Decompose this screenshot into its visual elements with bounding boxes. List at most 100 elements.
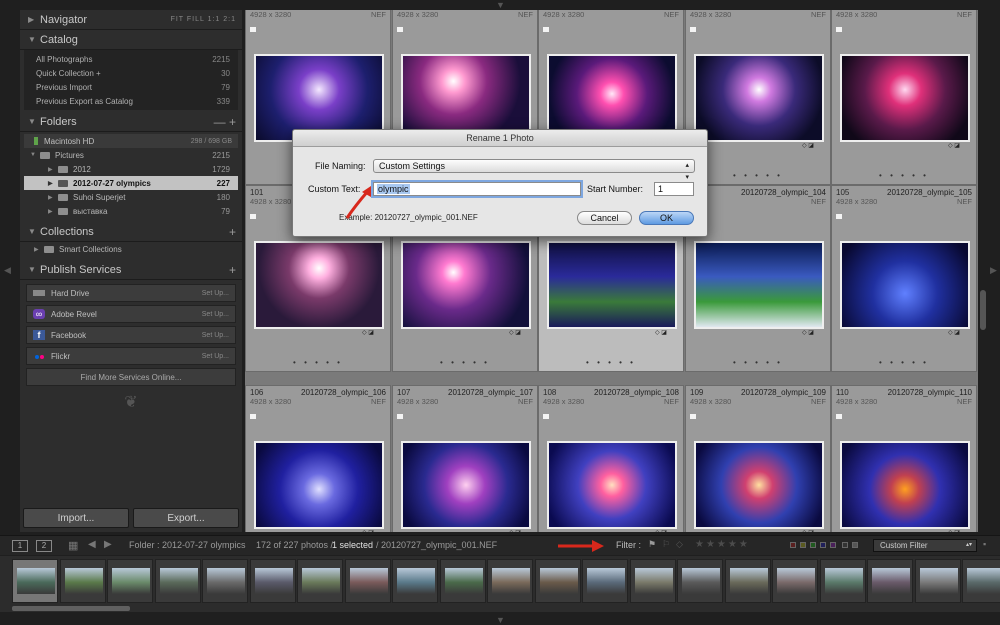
rating-dots[interactable]: • • • • • — [832, 171, 976, 180]
photo-thumbnail[interactable] — [694, 54, 824, 142]
filmstrip-thumbnail[interactable] — [867, 559, 913, 603]
photo-thumbnail[interactable] — [694, 441, 824, 529]
filter-lock-icon[interactable]: ▪ — [983, 539, 986, 549]
flag-icon[interactable] — [543, 414, 549, 419]
folder-vystavka[interactable]: ▶ выставка 79 — [24, 204, 238, 218]
folder-path[interactable]: Folder : 2012-07-27 olympics — [129, 540, 246, 550]
top-panel-toggle-icon[interactable]: ▼ — [496, 1, 505, 10]
import-button[interactable]: Import... — [23, 508, 129, 528]
catalog-item-quick[interactable]: Quick Collection + 30 — [24, 66, 238, 80]
publish-services-header[interactable]: ▼ Publish Services + — [20, 260, 242, 280]
flag-icon[interactable] — [836, 414, 842, 419]
filmstrip-thumbnail[interactable] — [202, 559, 248, 603]
rating-dots[interactable]: • • • • • — [246, 358, 390, 367]
filter-preset-select[interactable]: Custom Filter ▴▾ — [873, 539, 977, 552]
metadata-badge-icon[interactable]: ◇ ◪ — [948, 529, 966, 532]
add-service-icon[interactable]: + — [229, 263, 236, 277]
grid-cell[interactable]: 110 20120728_olympic_110 4928 x 3280 NEF ◇ ◪… — [831, 385, 977, 532]
bottom-panel-toggle-icon[interactable]: ▼ — [496, 616, 505, 625]
custom-text-field[interactable]: olympic — [371, 180, 583, 198]
service-adobe-revel[interactable]: ∞ Adobe Revel Set Up... — [26, 305, 236, 323]
grid-cell[interactable]: 109 20120728_olympic_109 4928 x 3280 NEF ◇ ◪… — [685, 385, 831, 532]
metadata-badge-icon[interactable]: ◇ ◪ — [655, 529, 673, 532]
service-setup-link[interactable]: Set Up... — [202, 290, 229, 297]
filmstrip-thumbnail[interactable] — [962, 559, 1000, 603]
metadata-badge-icon[interactable]: ◇ ◪ — [948, 329, 966, 337]
photo-thumbnail[interactable] — [254, 241, 384, 329]
metadata-badge-icon[interactable]: ◇ ◪ — [509, 529, 527, 532]
flag-icon[interactable] — [397, 27, 403, 32]
service-flickr[interactable]: Flickr Set Up... — [26, 347, 236, 365]
folder-expand-icon[interactable]: ▶ — [48, 194, 58, 201]
blue-label-filter-icon[interactable] — [820, 542, 826, 548]
folder-expand-icon[interactable]: ▼ — [30, 152, 40, 158]
filmstrip-thumbnail[interactable] — [772, 559, 818, 603]
service-facebook[interactable]: f Facebook Set Up... — [26, 326, 236, 344]
flag-filter-icon[interactable]: ⚑ — [648, 539, 656, 550]
selected-file[interactable]: / 20120727_olympic_001.NEF — [376, 540, 497, 550]
metadata-badge-icon[interactable]: ◇ ◪ — [362, 529, 380, 532]
grid-cell[interactable]: 10020120728_olympic_1004928 x 3280NEF◇ ◪… — [831, 10, 977, 185]
rating-dots[interactable]: • • • • • — [832, 358, 976, 367]
filmstrip-thumbnail[interactable] — [154, 559, 201, 603]
filmstrip-thumbnail[interactable] — [344, 559, 391, 603]
find-more-services-button[interactable]: Find More Services Online... — [26, 368, 236, 386]
service-setup-link[interactable]: Set Up... — [202, 311, 229, 318]
flag-icon[interactable] — [250, 27, 256, 32]
reject-filter-icon[interactable]: ◇ — [676, 539, 683, 550]
filmstrip-thumbnail[interactable] — [819, 559, 866, 603]
photo-thumbnail[interactable] — [547, 441, 677, 529]
folder-suhoi[interactable]: ▶ Suhoi Superjet 180 — [24, 190, 238, 204]
folder-expand-icon[interactable]: ▶ — [48, 208, 58, 215]
flag-icon[interactable] — [543, 27, 549, 32]
folder-expand-icon[interactable]: ▶ — [48, 166, 58, 173]
flag-icon[interactable] — [250, 414, 256, 419]
red-label-filter-icon[interactable] — [790, 542, 796, 548]
grid-cell[interactable]: 107 20120728_olympic_107 4928 x 3280 NEF ◇ ◪… — [392, 385, 538, 532]
service-hard-drive[interactable]: Hard Drive Set Up... — [26, 284, 236, 302]
rating-dots[interactable]: • • • • • — [686, 358, 830, 367]
folders-header[interactable]: ▼ Folders — + — [20, 112, 242, 132]
metadata-badge-icon[interactable]: ◇ ◪ — [509, 329, 527, 337]
rating-dots[interactable]: • • • • • — [393, 358, 537, 367]
collapse-triangle-icon[interactable]: ▼ — [28, 117, 40, 126]
prev-arrow-icon[interactable]: ◀ — [88, 539, 96, 550]
filmstrip-thumbnail[interactable] — [392, 559, 438, 603]
collapse-triangle-icon[interactable]: ▼ — [28, 265, 40, 274]
flag-icon[interactable] — [690, 27, 696, 32]
grid-scrollbar[interactable] — [980, 290, 986, 330]
flag-icon[interactable] — [397, 414, 403, 419]
filmstrip-thumbnail[interactable] — [439, 559, 486, 603]
expand-triangle-icon[interactable]: ▶ — [28, 15, 40, 24]
folder-expand-icon[interactable]: ▶ — [48, 180, 58, 187]
filmstrip-scrollbar[interactable] — [12, 606, 130, 611]
metadata-badge-icon[interactable]: ◇ ◪ — [802, 142, 820, 150]
photo-thumbnail[interactable] — [401, 241, 531, 329]
other-label-filter-icon[interactable] — [842, 542, 848, 548]
filmstrip-thumbnail[interactable] — [12, 559, 58, 603]
left-panel-toggle-icon[interactable]: ◀ — [4, 266, 11, 275]
green-label-filter-icon[interactable] — [810, 542, 816, 548]
flag-icon[interactable] — [836, 214, 842, 219]
photo-thumbnail[interactable] — [547, 241, 677, 329]
photo-thumbnail[interactable] — [254, 441, 384, 529]
metadata-badge-icon[interactable]: ◇ ◪ — [655, 329, 673, 337]
next-arrow-icon[interactable]: ▶ — [104, 539, 112, 550]
view-1-button[interactable]: 1 — [12, 540, 28, 552]
add-folder-icon[interactable]: — + — [214, 115, 236, 129]
catalog-header[interactable]: ▼ Catalog — [20, 30, 242, 50]
metadata-badge-icon[interactable]: ◇ ◪ — [802, 529, 820, 532]
file-naming-select[interactable]: Custom Settings ▴ ▾ — [373, 159, 695, 181]
folder-pictures[interactable]: ▼ Pictures 2215 — [24, 148, 238, 162]
yellow-label-filter-icon[interactable] — [800, 542, 806, 548]
flag-icon[interactable] — [836, 27, 842, 32]
metadata-badge-icon[interactable]: ◇ ◪ — [948, 142, 966, 150]
start-number-field[interactable]: 1 — [654, 182, 694, 196]
rating-filter[interactable]: ★★★★★ — [695, 539, 750, 550]
navigator-header[interactable]: ▶ Navigator FIT FILL 1:1 2:1 — [20, 10, 242, 30]
filmstrip-thumbnail[interactable] — [487, 559, 533, 603]
ok-button[interactable]: OK — [639, 211, 694, 225]
photo-thumbnail[interactable] — [840, 441, 970, 529]
filmstrip-thumbnail[interactable] — [249, 559, 296, 603]
folder-olympics[interactable]: ▶ 2012-07-27 olympics 227 — [24, 176, 238, 190]
